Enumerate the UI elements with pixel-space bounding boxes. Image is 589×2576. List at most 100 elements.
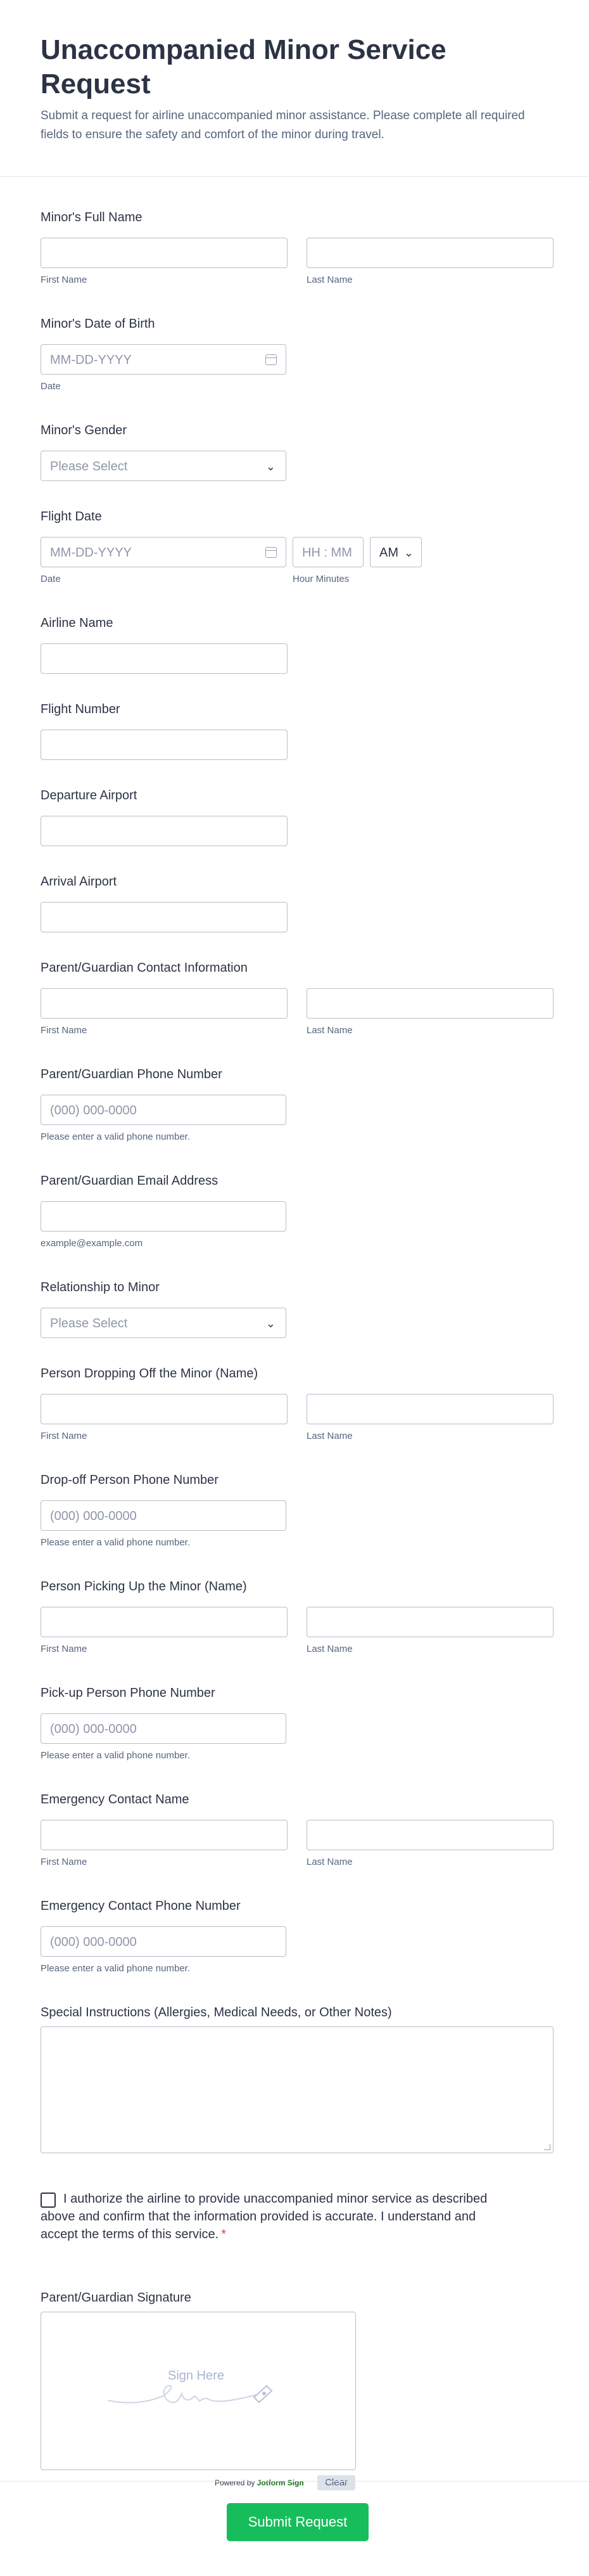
field-label: Parent/Guardian Phone Number [41, 1067, 222, 1081]
consent-label: I authorize the airline to provide unacc… [41, 2190, 516, 2243]
field-label: Minor's Date of Birth [41, 317, 155, 331]
phone-sublabel: Please enter a valid phone number. [41, 1750, 190, 1761]
departure-airport-input[interactable] [41, 816, 288, 846]
signature-scribble-icon [107, 2385, 273, 2404]
first-name-sublabel: First Name [41, 274, 87, 285]
special-instructions-field: Special Instructions (Allergies, Medical… [41, 2004, 554, 2187]
field-label: Minor's Full Name [41, 210, 142, 224]
dropoff-first-name-input[interactable] [41, 1394, 288, 1424]
pickup-first-name-input[interactable] [41, 1607, 288, 1637]
phone-placeholder: (000) 000-0000 [50, 1935, 137, 1949]
chevron-down-icon: ⌄ [265, 460, 276, 473]
form-footer: Submit Request [0, 2481, 589, 2576]
minor-last-name-input[interactable] [307, 238, 554, 268]
phone-placeholder: (000) 000-0000 [50, 1509, 137, 1523]
phone-placeholder: (000) 000-0000 [50, 1104, 137, 1117]
calendar-icon[interactable] [265, 547, 277, 558]
guardian-email-field: Parent/Guardian Email Address example@ex… [41, 1172, 548, 1278]
minor-gender-field: Minor's Gender Please Select ⌄ [41, 422, 548, 508]
pickup-phone-field: Pick-up Person Phone Number (000) 000-00… [41, 1684, 548, 1791]
phone-sublabel: Please enter a valid phone number. [41, 1537, 190, 1548]
first-name-sublabel: First Name [41, 1857, 87, 1867]
dropoff-phone-input[interactable]: (000) 000-0000 [41, 1500, 286, 1531]
phone-sublabel: Please enter a valid phone number. [41, 1963, 190, 1974]
first-name-sublabel: First Name [41, 1025, 87, 1036]
special-instructions-textarea[interactable] [41, 2026, 554, 2153]
first-name-sublabel: First Name [41, 1431, 87, 1441]
ampm-select[interactable]: AM ⌄ [370, 537, 422, 567]
emergency-phone-input[interactable]: (000) 000-0000 [41, 1926, 286, 1957]
field-label: Special Instructions (Allergies, Medical… [41, 2006, 392, 2019]
field-label: Arrival Airport [41, 875, 117, 889]
minor-dob-input[interactable]: MM-DD-YYYY [41, 344, 286, 375]
pickup-last-name-input[interactable] [307, 1607, 554, 1637]
last-name-sublabel: Last Name [307, 1857, 353, 1867]
guardian-last-name-input[interactable] [307, 988, 554, 1019]
calendar-icon[interactable] [265, 354, 277, 365]
minor-dob-field: Minor's Date of Birth MM-DD-YYYY Date [41, 315, 548, 422]
signature-field: Parent/Guardian Signature Sign Here Powe… [41, 2289, 548, 2504]
phone-placeholder: (000) 000-0000 [50, 1722, 137, 1736]
time-sublabel: Hour Minutes [293, 574, 350, 584]
minor-first-name-input[interactable] [41, 238, 288, 268]
guardian-name-field: Parent/Guardian Contact Information Firs… [41, 959, 554, 1066]
flight-date-input[interactable]: MM-DD-YYYY [41, 537, 286, 567]
departure-airport-field: Departure Airport [41, 787, 548, 873]
field-label: Pick-up Person Phone Number [41, 1686, 215, 1700]
form-header: Unaccompanied Minor Service Request Subm… [0, 0, 589, 177]
form-title: Unaccompanied Minor Service Request [41, 34, 446, 100]
emergency-phone-field: Emergency Contact Phone Number (000) 000… [41, 1897, 548, 2004]
last-name-sublabel: Last Name [307, 1431, 353, 1441]
pickup-phone-input[interactable]: (000) 000-0000 [41, 1713, 286, 1744]
form-body: Minor's Full Name First Name Last Name M… [0, 209, 589, 2504]
arrival-airport-input[interactable] [41, 902, 288, 932]
submit-button[interactable]: Submit Request [227, 2503, 369, 2541]
arrival-airport-field: Arrival Airport [41, 873, 548, 959]
chevron-down-icon: ⌄ [403, 546, 414, 559]
resize-handle-icon[interactable] [544, 2144, 550, 2150]
date-placeholder: MM-DD-YYYY [50, 546, 132, 560]
signature-pad[interactable]: Sign Here [41, 2312, 356, 2470]
field-label: Relationship to Minor [41, 1280, 160, 1294]
last-name-sublabel: Last Name [307, 274, 353, 285]
guardian-phone-input[interactable]: (000) 000-0000 [41, 1095, 286, 1125]
required-asterisk: * [221, 2227, 227, 2241]
field-label: Person Dropping Off the Minor (Name) [41, 1367, 258, 1381]
airline-name-input[interactable] [41, 643, 288, 674]
select-value: Please Select [50, 1317, 128, 1330]
relationship-field: Relationship to Minor Please Select ⌄ [41, 1278, 548, 1365]
field-label: Flight Number [41, 702, 120, 716]
flight-number-field: Flight Number [41, 700, 548, 787]
dropoff-phone-field: Drop-off Person Phone Number (000) 000-0… [41, 1471, 548, 1578]
guardian-email-input[interactable] [41, 1201, 286, 1232]
last-name-sublabel: Last Name [307, 1644, 353, 1654]
guardian-phone-field: Parent/Guardian Phone Number (000) 000-0… [41, 1066, 548, 1172]
dropoff-name-field: Person Dropping Off the Minor (Name) Fir… [41, 1365, 554, 1471]
form-subtitle: Submit a request for airline unaccompani… [41, 109, 525, 141]
minor-gender-select[interactable]: Please Select ⌄ [41, 451, 286, 481]
emergency-last-name-input[interactable] [307, 1820, 554, 1850]
email-sublabel: example@example.com [41, 1238, 143, 1249]
guardian-first-name-input[interactable] [41, 988, 288, 1019]
time-placeholder: HH : MM [302, 546, 352, 560]
field-label: Airline Name [41, 616, 113, 630]
field-label: Parent/Guardian Contact Information [41, 961, 248, 975]
field-label: Parent/Guardian Email Address [41, 1174, 218, 1188]
chevron-down-icon: ⌄ [265, 1317, 276, 1330]
emergency-first-name-input[interactable] [41, 1820, 288, 1850]
dropoff-last-name-input[interactable] [307, 1394, 554, 1424]
field-label: Flight Date [41, 510, 102, 524]
minor-name-field: Minor's Full Name First Name Last Name [41, 209, 554, 315]
relationship-select[interactable]: Please Select ⌄ [41, 1308, 286, 1338]
field-label: Person Picking Up the Minor (Name) [41, 1580, 247, 1594]
flight-date-field: Flight Date MM-DD-YYYY HH : MM AM ⌄ Date… [41, 508, 548, 614]
airline-name-field: Airline Name [41, 614, 548, 700]
first-name-sublabel: First Name [41, 1644, 87, 1654]
flight-time-input[interactable]: HH : MM [293, 537, 364, 567]
flight-number-input[interactable] [41, 730, 288, 760]
ampm-value: AM [379, 546, 398, 560]
field-label: Emergency Contact Name [41, 1793, 189, 1806]
consent-field: I authorize the airline to provide unacc… [41, 2187, 548, 2289]
pickup-name-field: Person Picking Up the Minor (Name) First… [41, 1578, 554, 1684]
field-label: Minor's Gender [41, 423, 127, 437]
